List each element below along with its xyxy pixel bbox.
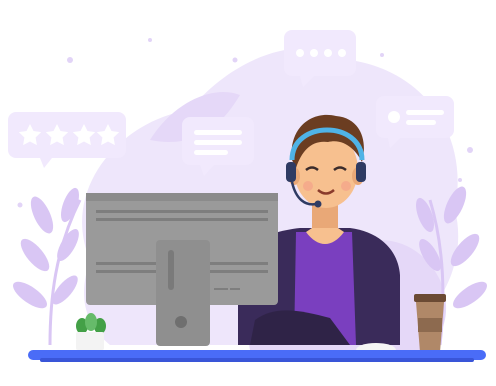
leaf-branch-left xyxy=(12,187,82,346)
desk xyxy=(28,350,486,362)
plant-pot xyxy=(76,313,106,350)
illustration-canvas xyxy=(8,30,488,362)
support-illustration xyxy=(0,0,496,386)
computer-tower xyxy=(156,240,210,346)
